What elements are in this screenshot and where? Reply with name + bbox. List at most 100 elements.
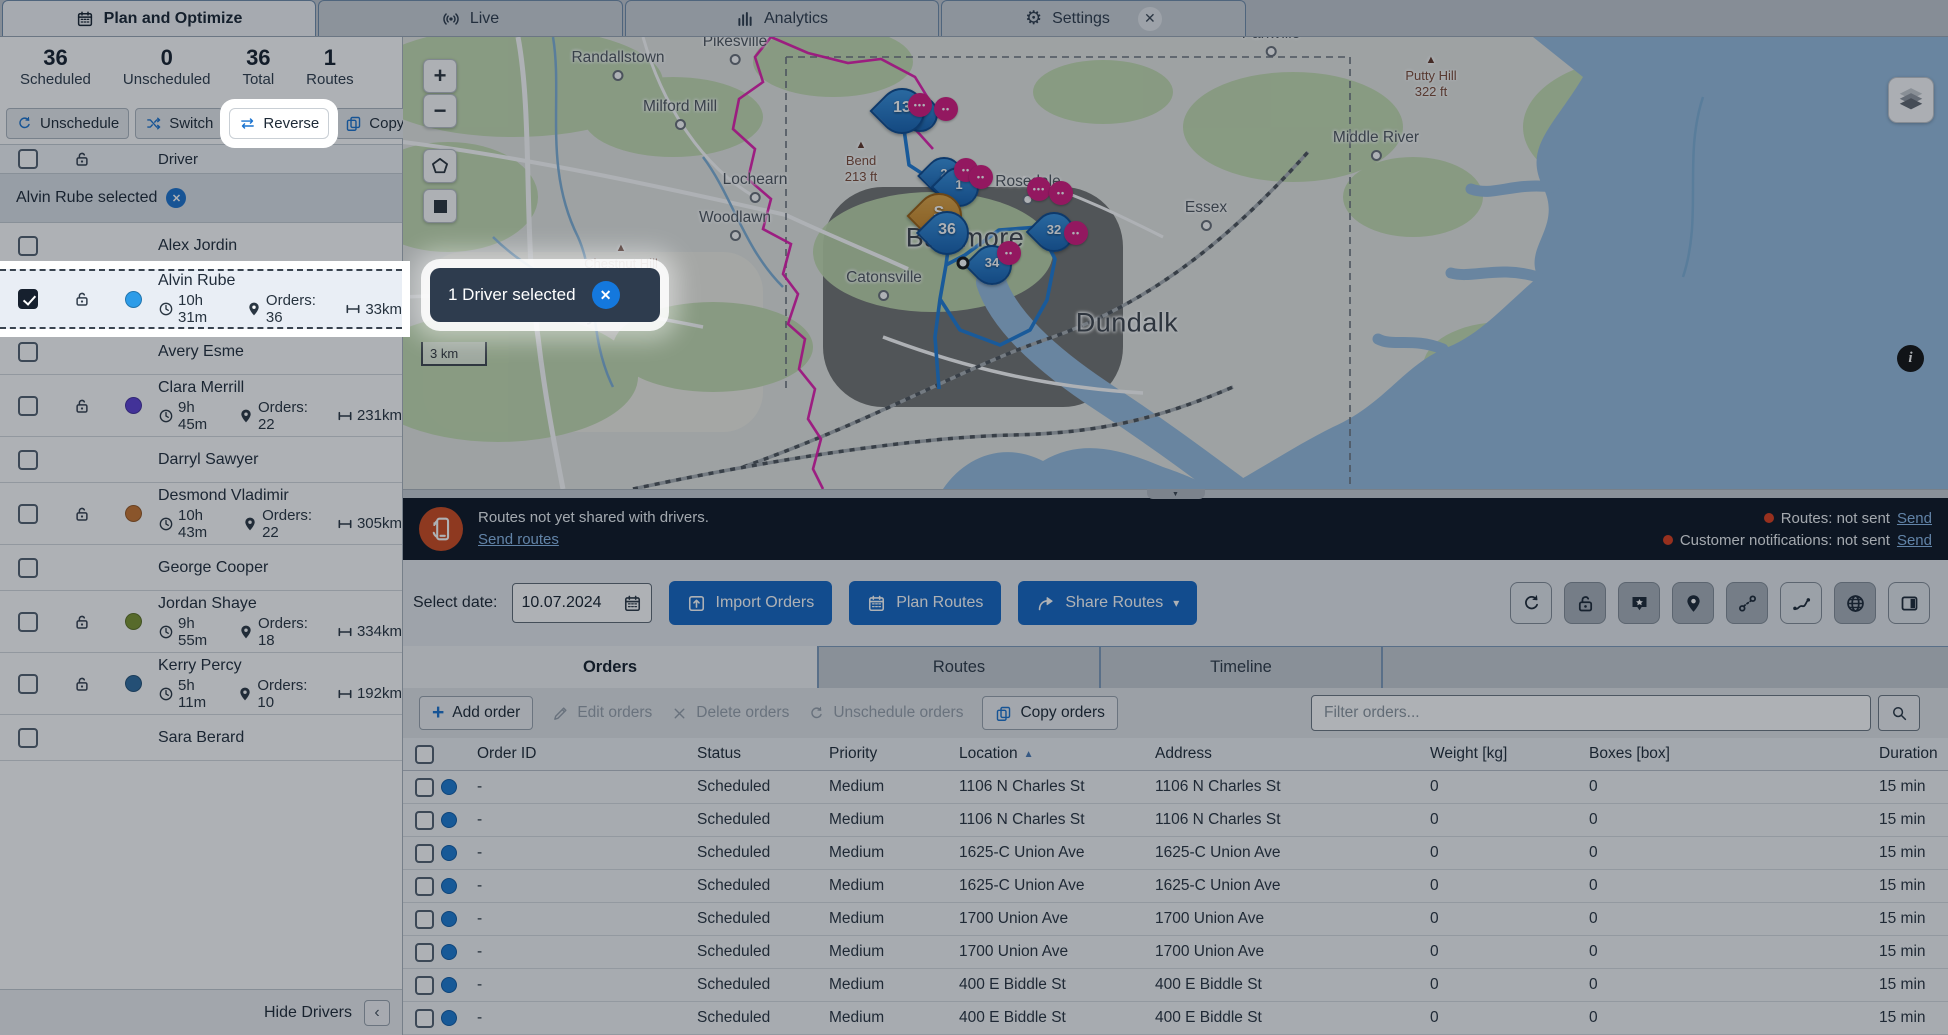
- order-address: 1625-C Union Ave: [1155, 877, 1430, 895]
- order-priority: Medium: [829, 976, 959, 994]
- column-header[interactable]: Address: [1155, 745, 1430, 763]
- zoom-out-button[interactable]: −: [423, 94, 457, 128]
- globe-button[interactable]: [1834, 582, 1876, 624]
- driver-checkbox[interactable]: [18, 450, 38, 470]
- tab-settings[interactable]: ⚙Settings✕: [941, 0, 1246, 36]
- tab-routes[interactable]: Routes: [819, 646, 1101, 688]
- cluster-badge[interactable]: ••: [1064, 221, 1088, 245]
- search-icon[interactable]: [1878, 695, 1920, 731]
- cluster-badge[interactable]: •••: [1027, 177, 1051, 201]
- location-pin-button[interactable]: [1672, 582, 1714, 624]
- order-checkbox[interactable]: [415, 910, 434, 929]
- cluster-badge[interactable]: ••: [997, 241, 1021, 265]
- hide-drivers-label[interactable]: Hide Drivers: [264, 1004, 352, 1022]
- column-header[interactable]: Duration: [1879, 745, 1948, 763]
- order-row[interactable]: -ScheduledMedium400 E Biddle St400 E Bid…: [403, 969, 1948, 1002]
- rectangle-select-button[interactable]: [423, 189, 457, 223]
- order-row[interactable]: -ScheduledMedium1700 Union Ave1700 Union…: [403, 936, 1948, 969]
- send-link[interactable]: Send: [1897, 532, 1932, 549]
- star-pin-button[interactable]: [1618, 582, 1660, 624]
- order-checkbox[interactable]: [415, 778, 434, 797]
- add-order-button[interactable]: +Add order: [419, 696, 533, 730]
- driver-row[interactable]: Kerry Percy5h 11mOrders: 10192km: [0, 653, 402, 715]
- waypoints-button[interactable]: [1726, 582, 1768, 624]
- driver-checkbox[interactable]: [18, 289, 38, 309]
- order-row[interactable]: -ScheduledMedium1700 Union Ave1700 Union…: [403, 903, 1948, 936]
- order-checkbox[interactable]: [415, 1009, 434, 1028]
- order-row[interactable]: -ScheduledMedium1625-C Union Ave1625-C U…: [403, 837, 1948, 870]
- driver-row[interactable]: Alex Jordin: [0, 223, 402, 269]
- driver-row[interactable]: Clara Merrill9h 45mOrders: 22231km: [0, 375, 402, 437]
- tab-timeline[interactable]: Timeline: [1101, 646, 1383, 688]
- filter-orders-input[interactable]: [1311, 695, 1871, 731]
- order-row[interactable]: -ScheduledMedium1106 N Charles St1106 N …: [403, 771, 1948, 804]
- order-checkbox[interactable]: [415, 877, 434, 896]
- route-button[interactable]: [1780, 582, 1822, 624]
- unschedule-button[interactable]: Unschedule: [6, 108, 129, 139]
- driver-row[interactable]: Darryl Sawyer: [0, 437, 402, 483]
- driver-checkbox[interactable]: [18, 612, 38, 632]
- switch-button[interactable]: Switch: [135, 108, 223, 139]
- cluster-badge[interactable]: •••: [908, 93, 932, 117]
- order-row[interactable]: -ScheduledMedium400 E Biddle St400 E Bid…: [403, 1002, 1948, 1035]
- refresh-button[interactable]: [1510, 582, 1552, 624]
- driver-checkbox[interactable]: [18, 674, 38, 694]
- order-row[interactable]: -ScheduledMedium1625-C Union Ave1625-C U…: [403, 870, 1948, 903]
- driver-row[interactable]: George Cooper: [0, 545, 402, 591]
- tab-live[interactable]: Live: [318, 0, 623, 36]
- driver-row[interactable]: Alvin Rube10h 31mOrders: 3633km: [0, 269, 402, 329]
- column-header[interactable]: Status: [697, 745, 829, 763]
- cluster-badge[interactable]: ••: [1049, 181, 1073, 205]
- toast-close-icon[interactable]: ✕: [592, 281, 620, 309]
- reverse-button[interactable]: Reverse: [229, 108, 329, 139]
- plan-routes-button[interactable]: Plan Routes: [849, 581, 1001, 625]
- zoom-in-button[interactable]: +: [423, 59, 457, 93]
- share-routes-button[interactable]: Share Routes▾: [1018, 581, 1197, 625]
- driver-row[interactable]: Jordan Shaye9h 55mOrders: 18334km: [0, 591, 402, 653]
- send-routes-link[interactable]: Send routes: [478, 531, 559, 548]
- driver-checkbox[interactable]: [18, 396, 38, 416]
- date-input[interactable]: 10.07.2024: [512, 583, 652, 623]
- select-all-orders-checkbox[interactable]: [415, 745, 434, 764]
- collapse-sidebar-button[interactable]: ‹: [364, 1000, 390, 1026]
- send-link[interactable]: Send: [1897, 510, 1932, 527]
- close-tab-icon[interactable]: ✕: [1138, 7, 1162, 31]
- order-checkbox[interactable]: [415, 844, 434, 863]
- tab-orders[interactable]: Orders: [403, 646, 819, 688]
- cluster-badge[interactable]: ••: [969, 165, 993, 189]
- polygon-select-button[interactable]: [423, 149, 457, 183]
- order-checkbox[interactable]: [415, 811, 434, 830]
- driver-row[interactable]: Avery Esme: [0, 329, 402, 375]
- order-boxes: 0: [1589, 811, 1879, 829]
- cluster-badge[interactable]: ••: [934, 97, 958, 121]
- map-info-button[interactable]: i: [1897, 345, 1924, 372]
- map-canvas[interactable]: RandallstownPikesvilleMilford MillLochea…: [403, 37, 1948, 489]
- driver-checkbox[interactable]: [18, 504, 38, 524]
- order-row[interactable]: -ScheduledMedium1106 N Charles St1106 N …: [403, 804, 1948, 837]
- lock-button[interactable]: [1564, 582, 1606, 624]
- driver-row[interactable]: Sara Berard: [0, 715, 402, 761]
- column-header[interactable]: Weight [kg]: [1430, 745, 1589, 763]
- driver-checkbox[interactable]: [18, 342, 38, 362]
- column-header[interactable]: Priority: [829, 745, 959, 763]
- panel-toggle-button[interactable]: [1888, 582, 1930, 624]
- map-collapse-handle[interactable]: ▼: [1147, 489, 1205, 499]
- import-orders-button[interactable]: Import Orders: [669, 581, 833, 625]
- map-layers-button[interactable]: [1888, 77, 1934, 123]
- driver-checkbox[interactable]: [18, 728, 38, 748]
- tab-analytics[interactable]: Analytics: [625, 0, 939, 36]
- order-checkbox[interactable]: [415, 943, 434, 962]
- column-header[interactable]: Boxes [box]: [1589, 745, 1879, 763]
- column-header[interactable]: Order ID: [477, 745, 697, 763]
- order-checkbox[interactable]: [415, 976, 434, 995]
- tab-plan-and-optimize[interactable]: Plan and Optimize: [2, 0, 316, 36]
- select-all-checkbox[interactable]: [18, 149, 38, 169]
- driver-row[interactable]: Desmond Vladimir10h 43mOrders: 22305km: [0, 483, 402, 545]
- copy-orders-button[interactable]: Copy orders: [982, 696, 1117, 730]
- driver-checkbox[interactable]: [18, 236, 38, 256]
- column-header[interactable]: Location▲: [959, 745, 1155, 763]
- clear-selection-icon[interactable]: ✕: [166, 188, 186, 208]
- stop-marker[interactable]: 36: [925, 211, 969, 255]
- driver-checkbox[interactable]: [18, 558, 38, 578]
- lock-open-icon: [56, 613, 108, 631]
